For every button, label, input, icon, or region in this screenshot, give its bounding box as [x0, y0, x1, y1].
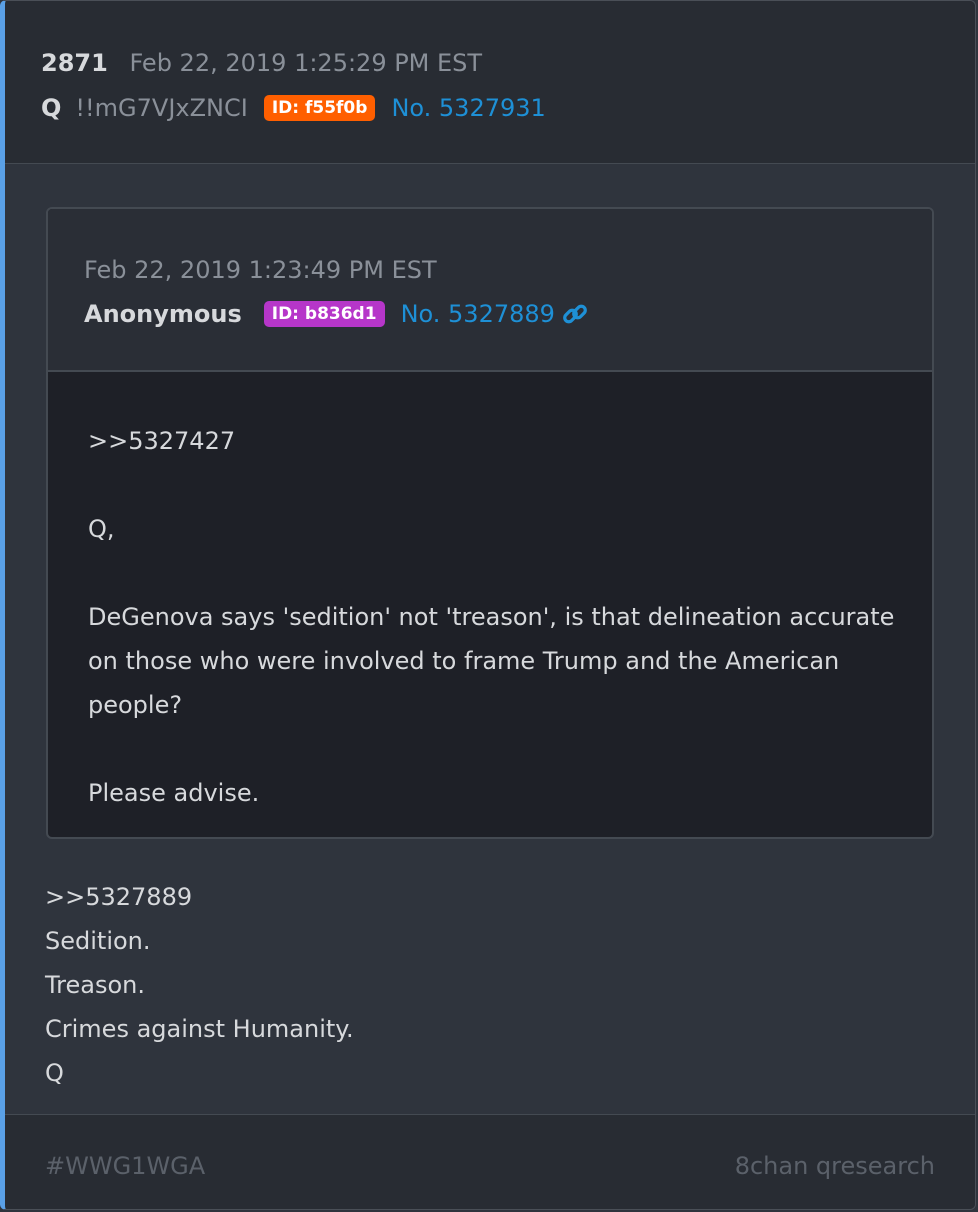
- quoted-text-line: Q,: [88, 515, 115, 543]
- quoted-reply-ref[interactable]: >>5327427: [88, 419, 902, 463]
- post-header: 2871 Feb 22, 2019 1:25:29 PM EST Q !!mG7…: [5, 1, 975, 164]
- post-footer: #WWG1WGA 8chan qresearch: [5, 1114, 975, 1209]
- quoted-post-body: >>5327427 Q, DeGenova says 'sedition' no…: [88, 419, 902, 837]
- post-author: Q: [41, 94, 62, 122]
- post-number-link[interactable]: No. 5327931: [391, 91, 545, 125]
- quoted-post-number-link[interactable]: No. 5327889: [401, 297, 555, 331]
- post-body: >>5327889 Sedition. Treason. Crimes agai…: [45, 875, 354, 1095]
- post-text-line: Crimes against Humanity.: [45, 1015, 354, 1043]
- post-author-row: Q !!mG7VJxZNCI ID: f55f0b No. 5327931: [41, 91, 546, 125]
- quoted-post: Feb 22, 2019 1:23:49 PM EST Anonymous ID…: [46, 207, 934, 839]
- post-id-badge: ID: f55f0b: [263, 95, 376, 121]
- footer-source: 8chan qresearch: [734, 1152, 935, 1180]
- post-tripcode: !!mG7VJxZNCI: [75, 94, 248, 122]
- post-text-line: Q: [45, 1059, 64, 1087]
- quoted-post-author-row: Anonymous ID: b836d1 No. 5327889: [84, 297, 589, 331]
- post-meta-row: 2871 Feb 22, 2019 1:25:29 PM EST: [41, 46, 482, 80]
- post-number: 2871: [41, 49, 108, 77]
- quoted-post-author: Anonymous: [84, 300, 242, 328]
- quoted-text-line: DeGenova says 'sedition' not 'treason', …: [88, 603, 895, 719]
- quoted-post-header: Feb 22, 2019 1:23:49 PM EST Anonymous ID…: [48, 209, 932, 372]
- quoted-post-id-badge: ID: b836d1: [263, 301, 385, 327]
- reply-ref[interactable]: >>5327889: [45, 875, 354, 919]
- footer-hashtag: #WWG1WGA: [45, 1152, 206, 1180]
- link-icon[interactable]: [561, 300, 589, 328]
- post-text-line: Treason.: [45, 971, 145, 999]
- post-card: 2871 Feb 22, 2019 1:25:29 PM EST Q !!mG7…: [0, 0, 976, 1210]
- quoted-post-datetime: Feb 22, 2019 1:23:49 PM EST: [84, 256, 437, 284]
- post-datetime: Feb 22, 2019 1:25:29 PM EST: [129, 49, 483, 77]
- quoted-text-line: Please advise.: [88, 779, 260, 807]
- post-text-line: Sedition.: [45, 927, 151, 955]
